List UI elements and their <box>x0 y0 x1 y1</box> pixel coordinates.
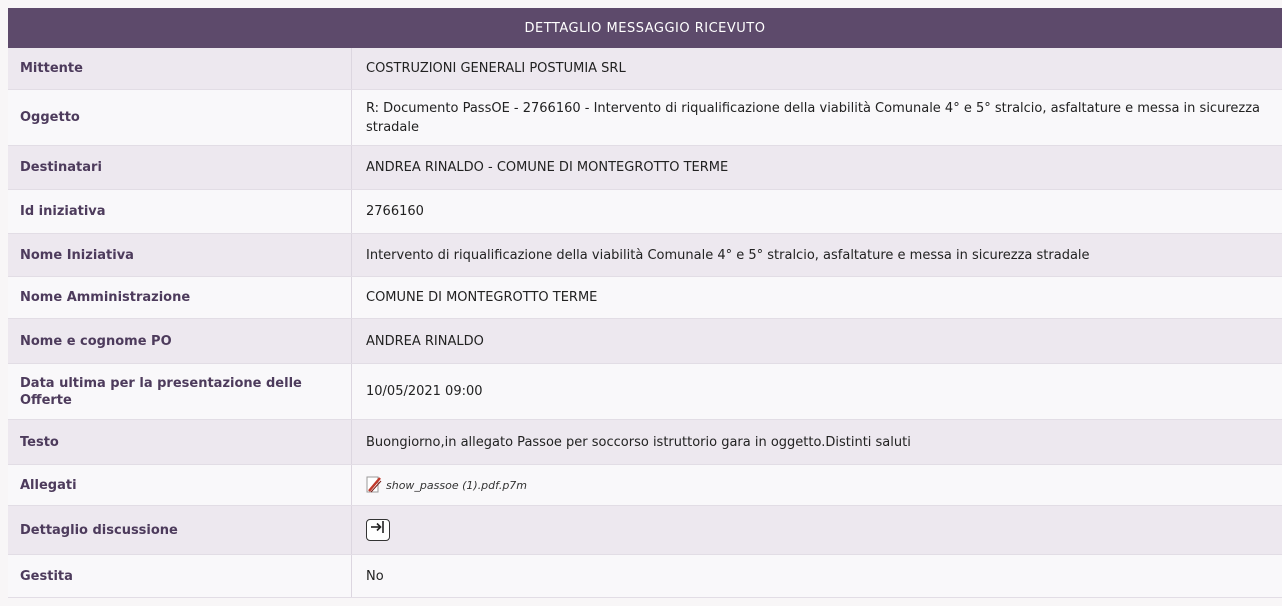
row-oggetto: Oggetto R: Documento PassOE - 2766160 - … <box>8 90 1282 146</box>
value-oggetto: R: Documento PassOE - 2766160 - Interven… <box>366 100 1260 135</box>
panel-header: DETTAGLIO MESSAGGIO RICEVUTO <box>8 8 1282 48</box>
row-id-iniziativa: Id iniziativa 2766160 <box>8 190 1282 234</box>
label-gestita: Gestita <box>8 555 352 597</box>
attachment-filename: show_passoe (1).pdf.p7m <box>386 478 528 492</box>
row-dettaglio-discussione: Dettaglio discussione <box>8 506 1282 555</box>
label-data-ultima: Data ultima per la presentazione delle O… <box>8 364 352 419</box>
row-nome-iniziativa: Nome Iniziativa Intervento di riqualific… <box>8 234 1282 277</box>
row-testo: Testo Buongiorno,in allegato Passoe per … <box>8 420 1282 465</box>
label-mittente: Mittente <box>8 48 352 89</box>
label-testo: Testo <box>8 420 352 464</box>
panel-title: DETTAGLIO MESSAGGIO RICEVUTO <box>524 20 766 36</box>
value-dettaglio-discussione <box>352 506 1282 554</box>
value-destinatari: ANDREA RINALDO - COMUNE DI MONTEGROTTO T… <box>366 160 729 175</box>
label-nome-iniziativa: Nome Iniziativa <box>8 234 352 276</box>
row-destinatari: Destinatari ANDREA RINALDO - COMUNE DI M… <box>8 146 1282 190</box>
value-nome-iniziativa: Intervento di riqualificazione della via… <box>366 247 1090 263</box>
signed-file-icon <box>366 476 382 494</box>
value-mittente: COSTRUZIONI GENERALI POSTUMIA SRL <box>366 61 626 76</box>
attachment-link[interactable]: show_passoe (1).pdf.p7m <box>366 476 527 495</box>
value-gestita: No <box>366 568 384 584</box>
label-id-iniziativa: Id iniziativa <box>8 190 352 233</box>
value-allegati: show_passoe (1).pdf.p7m <box>352 465 1282 505</box>
value-id-iniziativa: 2766160 <box>366 204 424 219</box>
message-detail-panel: DETTAGLIO MESSAGGIO RICEVUTO Mittente CO… <box>0 0 1282 606</box>
label-dettaglio-discussione: Dettaglio discussione <box>8 506 352 554</box>
value-nome-amministrazione: COMUNE DI MONTEGROTTO TERME <box>366 290 598 305</box>
row-gestita: Gestita No <box>8 555 1282 598</box>
row-data-ultima: Data ultima per la presentazione delle O… <box>8 364 1282 420</box>
label-oggetto: Oggetto <box>8 90 352 145</box>
label-destinatari: Destinatari <box>8 146 352 189</box>
value-nome-cognome-po: ANDREA RINALDO <box>366 333 484 349</box>
row-allegati: Allegati show_passoe (1).pdf.p7m <box>8 465 1282 506</box>
row-nome-cognome-po: Nome e cognome PO ANDREA RINALDO <box>8 319 1282 364</box>
label-nome-amministrazione: Nome Amministrazione <box>8 277 352 318</box>
label-allegati: Allegati <box>8 465 352 505</box>
row-mittente: Mittente COSTRUZIONI GENERALI POSTUMIA S… <box>8 48 1282 90</box>
enter-arrow-icon <box>370 520 386 540</box>
value-testo: Buongiorno,in allegato Passoe per soccor… <box>366 434 911 450</box>
label-nome-cognome-po: Nome e cognome PO <box>8 319 352 363</box>
open-discussion-button[interactable] <box>366 519 390 541</box>
detail-table: Mittente COSTRUZIONI GENERALI POSTUMIA S… <box>8 48 1282 598</box>
value-data-ultima: 10/05/2021 09:00 <box>366 384 483 399</box>
row-nome-amministrazione: Nome Amministrazione COMUNE DI MONTEGROT… <box>8 277 1282 319</box>
